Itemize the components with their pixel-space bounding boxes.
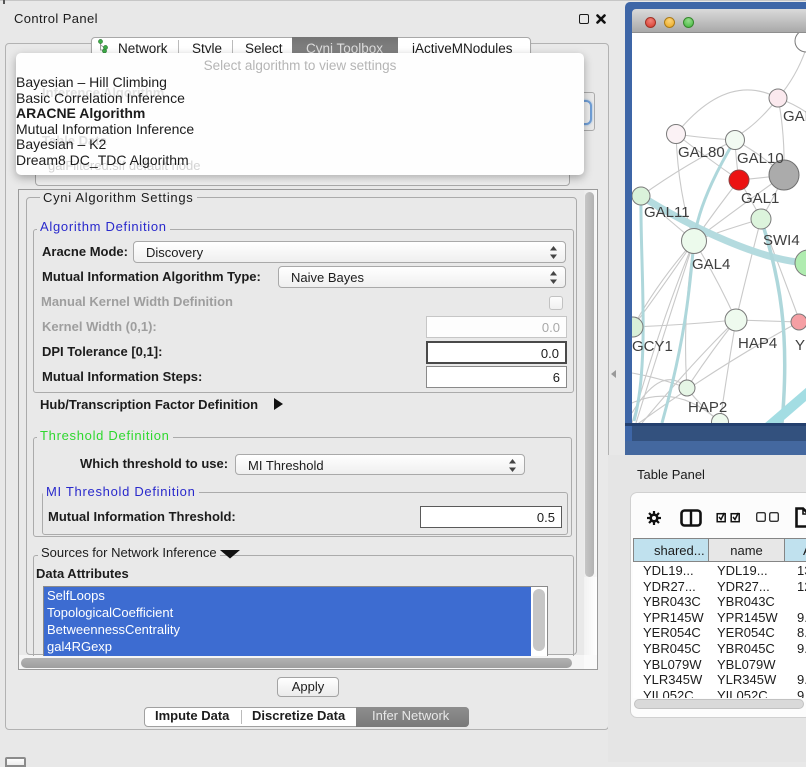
svg-text:GAL4: GAL4 <box>692 256 730 273</box>
svg-text:GAL80: GAL80 <box>678 144 725 161</box>
svg-text:GAL10: GAL10 <box>737 150 784 167</box>
svg-text:GCY1: GCY1 <box>632 338 673 355</box>
svg-text:GAL7: GAL7 <box>783 108 806 125</box>
svg-text:GAL1: GAL1 <box>741 190 779 207</box>
svg-text:GAL11: GAL11 <box>644 204 690 221</box>
svg-text:HAP4: HAP4 <box>738 335 777 352</box>
svg-text:SWI4: SWI4 <box>763 232 800 249</box>
svg-text:HAP2: HAP2 <box>688 399 727 416</box>
svg-text:Y: Y <box>795 337 805 354</box>
